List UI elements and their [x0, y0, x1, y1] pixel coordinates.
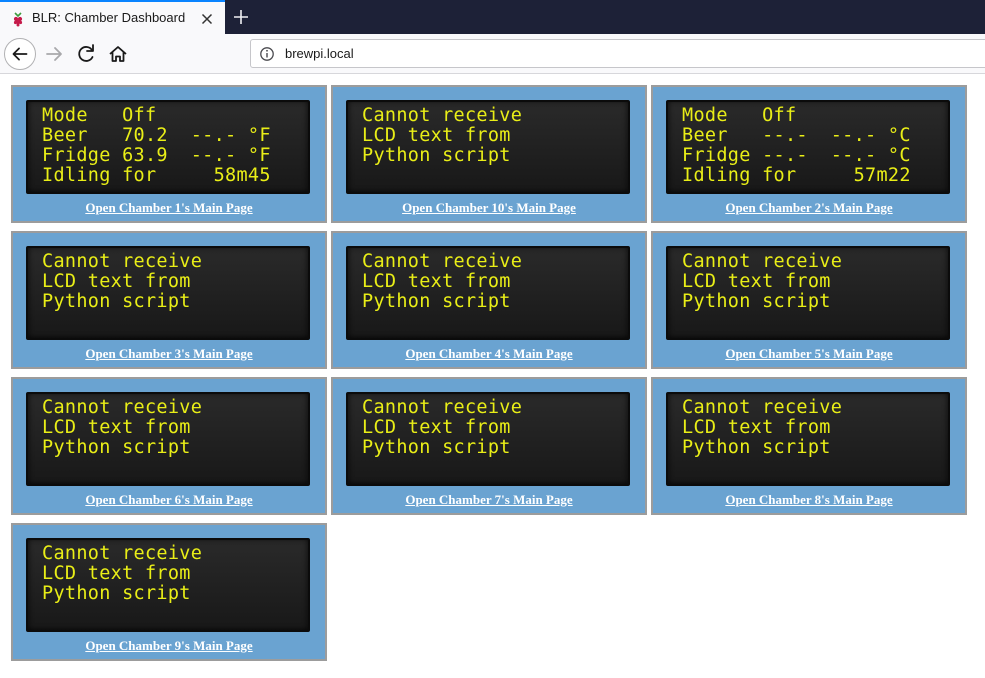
- lcd-display: Cannot receive LCD text from Python scri…: [346, 100, 630, 194]
- chamber-grid: Mode Off Beer 70.2 --.- °F Fridge 63.9 -…: [11, 85, 971, 661]
- lcd-line: LCD text from: [682, 417, 831, 438]
- lcd-line: Cannot receive: [682, 251, 843, 272]
- lcd-line: LCD text from: [362, 271, 511, 292]
- chamber-card: Cannot receive LCD text from Python scri…: [651, 377, 967, 515]
- chamber-main-page-link[interactable]: Open Chamber 8's Main Page: [653, 492, 965, 508]
- close-icon[interactable]: [198, 10, 216, 28]
- chamber-main-page-link[interactable]: Open Chamber 1's Main Page: [13, 200, 325, 216]
- chamber-card: Cannot receive LCD text from Python scri…: [331, 377, 647, 515]
- lcd-line: Python script: [362, 437, 511, 458]
- lcd-line: Mode Off: [682, 105, 797, 126]
- navigation-toolbar: brewpi.local: [0, 34, 985, 74]
- chamber-card: Cannot receive LCD text from Python scri…: [11, 377, 327, 515]
- lcd-display: Mode Off Beer --.- --.- °C Fridge --.- -…: [666, 100, 950, 194]
- chamber-main-page-link[interactable]: Open Chamber 5's Main Page: [653, 346, 965, 362]
- lcd-line: Python script: [362, 291, 511, 312]
- lcd-line: LCD text from: [362, 417, 511, 438]
- lcd-line: Cannot receive: [362, 397, 523, 418]
- lcd-line: Idling for 57m22: [682, 165, 911, 186]
- browser-tab[interactable]: BLR: Chamber Dashboard: [0, 0, 225, 34]
- lcd-line: Cannot receive: [362, 105, 523, 126]
- chamber-card: Cannot receive LCD text from Python scri…: [651, 231, 967, 369]
- chamber-card: Cannot receive LCD text from Python scri…: [331, 231, 647, 369]
- lcd-line: Cannot receive: [42, 397, 203, 418]
- chamber-main-page-link[interactable]: Open Chamber 6's Main Page: [13, 492, 325, 508]
- lcd-line: Python script: [682, 291, 831, 312]
- lcd-display: Mode Off Beer 70.2 --.- °F Fridge 63.9 -…: [26, 100, 310, 194]
- chamber-main-page-link[interactable]: Open Chamber 10's Main Page: [333, 200, 645, 216]
- lcd-line: Idling for 58m45: [42, 165, 271, 186]
- lcd-line: LCD text from: [42, 563, 191, 584]
- chamber-main-page-link[interactable]: Open Chamber 7's Main Page: [333, 492, 645, 508]
- chamber-card: Cannot receive LCD text from Python scri…: [11, 523, 327, 661]
- lcd-line: Cannot receive: [362, 251, 523, 272]
- lcd-line: Python script: [42, 437, 191, 458]
- tab-bar: BLR: Chamber Dashboard: [0, 0, 985, 34]
- lcd-line: Python script: [42, 583, 191, 604]
- home-icon[interactable]: [102, 38, 134, 70]
- lcd-line: Beer 70.2 --.- °F: [42, 125, 271, 146]
- page-content: Mode Off Beer 70.2 --.- °F Fridge 63.9 -…: [0, 74, 985, 678]
- lcd-line: LCD text from: [42, 417, 191, 438]
- url-text: brewpi.local: [285, 46, 354, 61]
- chamber-main-page-link[interactable]: Open Chamber 9's Main Page: [13, 638, 325, 654]
- chamber-main-page-link[interactable]: Open Chamber 4's Main Page: [333, 346, 645, 362]
- lcd-display: Cannot receive LCD text from Python scri…: [346, 246, 630, 340]
- lcd-line: Python script: [682, 437, 831, 458]
- reload-icon[interactable]: [70, 38, 102, 70]
- lcd-line: Mode Off: [42, 105, 157, 126]
- lcd-line: LCD text from: [42, 271, 191, 292]
- plus-icon[interactable]: [230, 6, 252, 28]
- lcd-display: Cannot receive LCD text from Python scri…: [666, 392, 950, 486]
- lcd-display: Cannot receive LCD text from Python scri…: [666, 246, 950, 340]
- chamber-card: Cannot receive LCD text from Python scri…: [11, 231, 327, 369]
- chamber-main-page-link[interactable]: Open Chamber 2's Main Page: [653, 200, 965, 216]
- lcd-line: Python script: [362, 145, 511, 166]
- chamber-card: Mode Off Beer 70.2 --.- °F Fridge 63.9 -…: [11, 85, 327, 223]
- arrow-left-icon[interactable]: [4, 38, 36, 70]
- lcd-line: Fridge 63.9 --.- °F: [42, 145, 271, 166]
- lcd-line: LCD text from: [362, 125, 511, 146]
- lcd-display: Cannot receive LCD text from Python scri…: [26, 538, 310, 632]
- lcd-line: Cannot receive: [42, 543, 203, 564]
- lcd-line: Fridge --.- --.- °C: [682, 145, 911, 166]
- raspberry-icon: [13, 12, 23, 27]
- lcd-display: Cannot receive LCD text from Python scri…: [26, 246, 310, 340]
- chamber-card: Mode Off Beer --.- --.- °C Fridge --.- -…: [651, 85, 967, 223]
- tab-title: BLR: Chamber Dashboard: [32, 10, 186, 25]
- info-icon[interactable]: [259, 46, 275, 62]
- chamber-main-page-link[interactable]: Open Chamber 3's Main Page: [13, 346, 325, 362]
- chamber-card: Cannot receive LCD text from Python scri…: [331, 85, 647, 223]
- lcd-line: Python script: [42, 291, 191, 312]
- address-bar[interactable]: brewpi.local: [250, 39, 985, 68]
- lcd-line: Beer --.- --.- °C: [682, 125, 911, 146]
- lcd-line: Cannot receive: [42, 251, 203, 272]
- arrow-right-icon[interactable]: [38, 38, 70, 70]
- lcd-line: Cannot receive: [682, 397, 843, 418]
- lcd-line: LCD text from: [682, 271, 831, 292]
- lcd-display: Cannot receive LCD text from Python scri…: [26, 392, 310, 486]
- lcd-display: Cannot receive LCD text from Python scri…: [346, 392, 630, 486]
